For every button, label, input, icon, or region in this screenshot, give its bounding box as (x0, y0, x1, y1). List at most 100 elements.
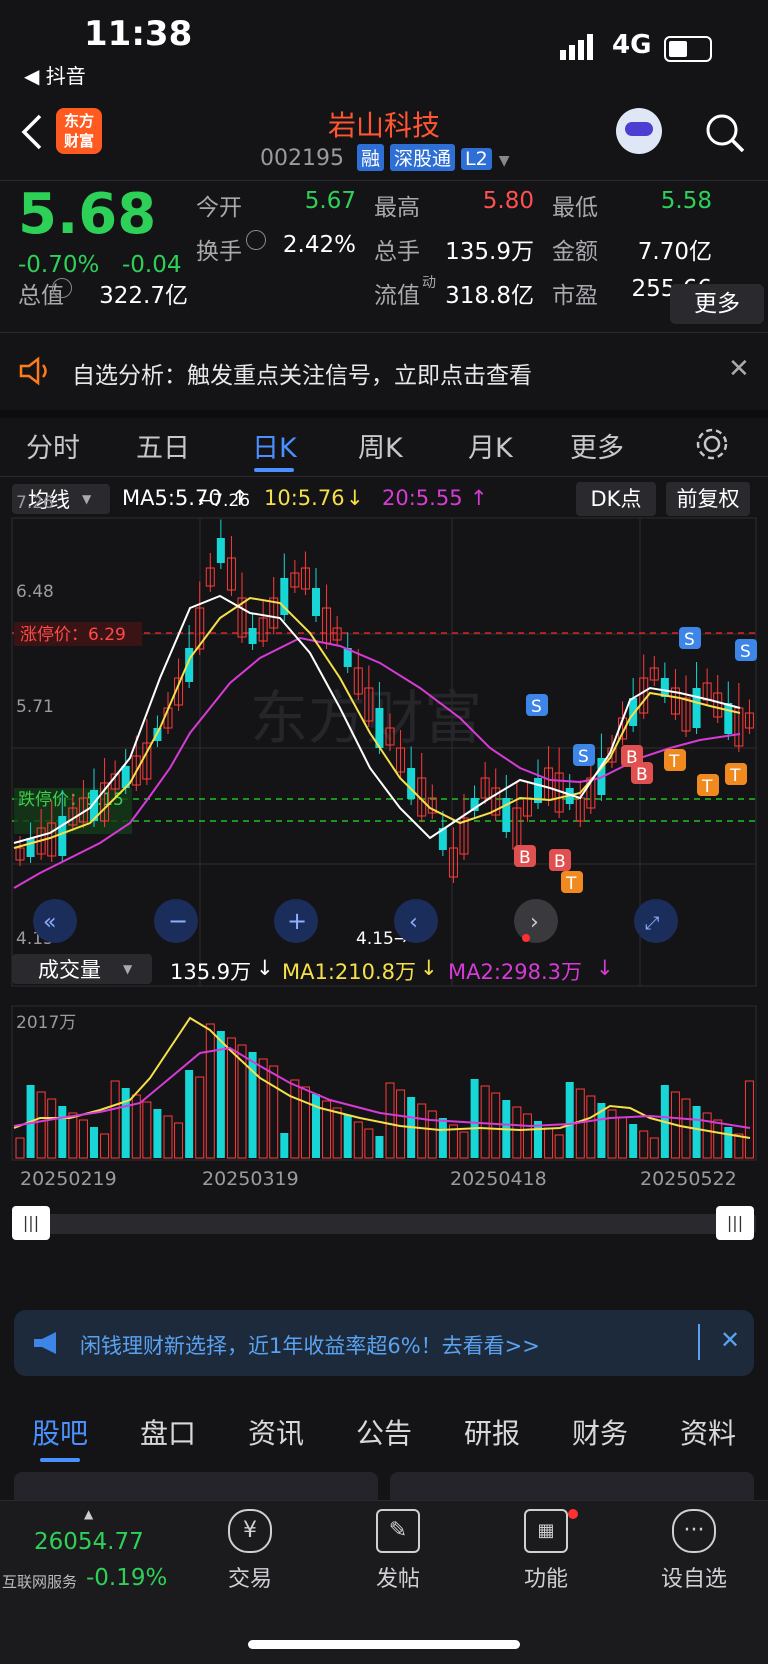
volume-bar (121, 1088, 130, 1158)
range-slider-left-handle[interactable]: ||| (12, 1206, 50, 1240)
volume-bar (280, 1133, 289, 1158)
svg-text:+: + (287, 907, 307, 935)
quote-field-value: 318.8亿 (445, 283, 534, 309)
price-axis-label: 7.26 (16, 493, 54, 513)
more-dots-icon: ··· (672, 1509, 716, 1553)
volume-bar (522, 1113, 532, 1159)
date-label: 20250219 (20, 1168, 117, 1190)
volume-selector[interactable]: 成交量 ▼ (12, 954, 152, 984)
tab-research[interactable]: 研报 (464, 1412, 520, 1452)
date-label: 20250319 (202, 1168, 299, 1190)
info-tabs: 股吧 盘口 资讯 公告 研报 财务 资料 (0, 1396, 768, 1466)
tab-order-book[interactable]: 盘口 (140, 1412, 196, 1452)
volume-bar (290, 1079, 300, 1159)
tab-news[interactable]: 资讯 (248, 1412, 304, 1452)
more-button[interactable]: 更多 (670, 284, 764, 324)
back-to-app-link[interactable]: ◀ 抖音 (24, 60, 86, 89)
stock-code: 002195 (260, 146, 344, 171)
index-change: -0.19% (86, 1565, 168, 1591)
tab-announcements[interactable]: 公告 (356, 1412, 412, 1452)
range-slider-right-handle[interactable]: ||| (716, 1206, 754, 1240)
svg-text:«: « (43, 910, 56, 935)
battery-icon (664, 36, 712, 62)
analysis-alert-bar[interactable]: 自选分析：触发重点关注信号，立即点击查看 ✕ (0, 334, 768, 418)
tab-monthly-k[interactable]: 月K (468, 426, 513, 465)
tab-five-day[interactable]: 五日 (136, 426, 190, 465)
alert-text: 自选分析：触发重点关注信号，立即点击查看 (72, 363, 532, 389)
tab-weekly-k[interactable]: 周K (358, 426, 403, 465)
volume-value: 135.9万 (170, 960, 252, 984)
promo-banner[interactable]: 闲钱理财新选择，近1年收益率超6%！去看看>> ✕ (14, 1310, 754, 1376)
post-button[interactable]: ✎ 发帖 (348, 1509, 448, 1593)
promo-text: 闲钱理财新选择，近1年收益率超6%！去看看>> (80, 1334, 540, 1358)
volume-bar (343, 1115, 352, 1158)
kline-chart-area[interactable]: 均线 ▼ MA5:5.70 ↑ 10:5.76 ↓ 20:5.55 ↑ DK点 前… (0, 478, 768, 1308)
tab-financials[interactable]: 财务 (572, 1412, 628, 1452)
volume-bar (258, 1058, 268, 1159)
candle (216, 538, 225, 563)
forum-card[interactable] (390, 1472, 754, 1502)
volume-bar (744, 1080, 754, 1159)
speaker-icon (19, 356, 47, 386)
signal-icon (560, 34, 593, 60)
close-icon[interactable]: ✕ (728, 354, 750, 384)
volume-bar (385, 1082, 395, 1159)
signal-markers: SSSSB BTBBTTT (514, 627, 757, 894)
volume-bar (427, 1110, 437, 1159)
search-icon[interactable] (704, 112, 746, 154)
close-icon[interactable]: ✕ (720, 1326, 740, 1354)
quote-field-value: 322.7亿 (99, 283, 188, 309)
signal-marker-label: T (668, 752, 680, 772)
volume-bar (110, 1080, 120, 1159)
range-slider-track[interactable] (12, 1214, 756, 1234)
volume-arrow-icon: ↓ (256, 956, 274, 980)
quote-field-label: 市盈 (552, 283, 598, 309)
robot-assistant-icon[interactable] (616, 108, 662, 154)
network-type: 4G (612, 30, 652, 60)
pe-superscript: 动 (422, 275, 436, 291)
divider (698, 1324, 700, 1360)
yen-exchange-icon: ¥ (228, 1509, 272, 1553)
add-watchlist-button[interactable]: ··· 设自选 (644, 1509, 744, 1593)
quote-field-label: 金额 (552, 239, 598, 265)
clock: 11:38 (84, 14, 193, 54)
stock-header: 东方 财富 岩山科技 002195 融深股通 L2 ▼ (0, 100, 768, 181)
signal-marker-label: S (578, 747, 589, 767)
tab-more[interactable]: 更多 (570, 426, 624, 465)
trade-button[interactable]: ¥ 交易 (200, 1509, 300, 1593)
quote-field-label: 今开 (196, 195, 242, 221)
signal-marker-label: S (740, 642, 751, 662)
candle (26, 838, 35, 857)
stock-code-row[interactable]: 002195 融深股通 L2 ▼ (260, 144, 509, 171)
current-price: 5.68 (18, 182, 157, 247)
candle (58, 816, 67, 856)
info-icon[interactable] (246, 230, 266, 250)
quote-field-value: 5.67 (304, 188, 356, 214)
active-tab-indicator (254, 468, 294, 472)
tab-forum[interactable]: 股吧 (32, 1412, 88, 1452)
volume-bar (618, 1116, 628, 1159)
quote-field-label: 最低 (552, 195, 598, 221)
volume-bar (100, 1133, 110, 1159)
candle (312, 588, 320, 616)
tag-l2: L2 (461, 148, 492, 170)
functions-button[interactable]: ▦ 功能 (496, 1509, 596, 1593)
tab-profile[interactable]: 资料 (680, 1412, 736, 1452)
tab-daily-k[interactable]: 日K (252, 426, 297, 465)
volume-bar (544, 1127, 554, 1159)
volume-bar (692, 1106, 701, 1158)
change-percent: -0.70% (18, 252, 100, 278)
info-icon[interactable] (52, 278, 72, 298)
tab-intraday[interactable]: 分时 (26, 426, 80, 465)
volume-bar (364, 1128, 374, 1159)
candle (692, 688, 701, 728)
volume-bar (174, 1122, 184, 1159)
volume-bar (639, 1130, 649, 1159)
volume-bar (269, 1065, 279, 1159)
forum-card[interactable] (14, 1472, 378, 1502)
svg-text:⤢: ⤢ (645, 913, 660, 934)
volume-bar (142, 1101, 152, 1159)
settings-gear-icon[interactable] (694, 426, 730, 462)
index-value[interactable]: 26054.77 (34, 1529, 144, 1555)
quote-field-value: 2.42% (282, 232, 356, 258)
